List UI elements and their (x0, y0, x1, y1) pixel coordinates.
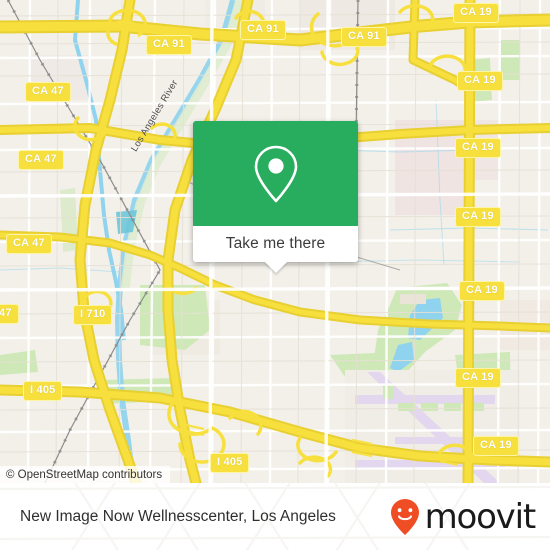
shield-ca-19[interactable]: CA 19 (459, 281, 505, 301)
bottom-info-bar: New Image Now Wellnesscenter, Los Angele… (0, 483, 550, 550)
shield-i-710[interactable]: I 710 (73, 305, 113, 325)
popup-action-footer[interactable]: Take me there (193, 226, 358, 273)
map-screenshot: Los Angeles River CA 91 CA 91 CA 19 CA 1… (0, 0, 550, 550)
shield-ca-19[interactable]: CA 19 (457, 71, 503, 91)
moovit-wordmark: moovit (424, 496, 537, 537)
shield-47[interactable]: 47 (0, 304, 19, 324)
place-title: New Image Now Wellnesscenter, Los Angele… (20, 507, 336, 525)
shield-ca-47[interactable]: CA 47 (6, 234, 52, 254)
shield-ca-91[interactable]: CA 91 (341, 27, 387, 47)
map-pin-icon (254, 145, 297, 202)
shield-ca-19[interactable]: CA 19 (455, 368, 501, 388)
shield-i-405[interactable]: I 405 (210, 453, 250, 473)
shield-ca-19[interactable]: CA 19 (455, 138, 501, 158)
moovit-brand[interactable]: moovit (387, 483, 537, 550)
popup-icon-panel (193, 121, 358, 226)
shield-i-405[interactable]: I 405 (23, 381, 63, 401)
shield-ca-47[interactable]: CA 47 (18, 150, 64, 170)
shield-ca-91[interactable]: CA 91 (240, 20, 286, 40)
map-canvas[interactable]: Los Angeles River CA 91 CA 91 CA 19 CA 1… (0, 0, 550, 483)
popup-pointer-tail (264, 262, 287, 273)
location-popup-card[interactable]: Take me there (193, 121, 358, 273)
shield-ca-91[interactable]: CA 91 (146, 35, 192, 55)
take-me-there-label: Take me there (225, 235, 326, 252)
osm-attribution[interactable]: © OpenStreetMap contributors (0, 466, 171, 483)
shield-ca-19[interactable]: CA 19 (455, 207, 501, 227)
shield-ca-19[interactable]: CA 19 (453, 3, 499, 23)
shield-ca-19[interactable]: CA 19 (473, 436, 519, 456)
shield-ca-47[interactable]: CA 47 (25, 82, 71, 102)
moovit-pin-smiley-icon (390, 498, 419, 535)
